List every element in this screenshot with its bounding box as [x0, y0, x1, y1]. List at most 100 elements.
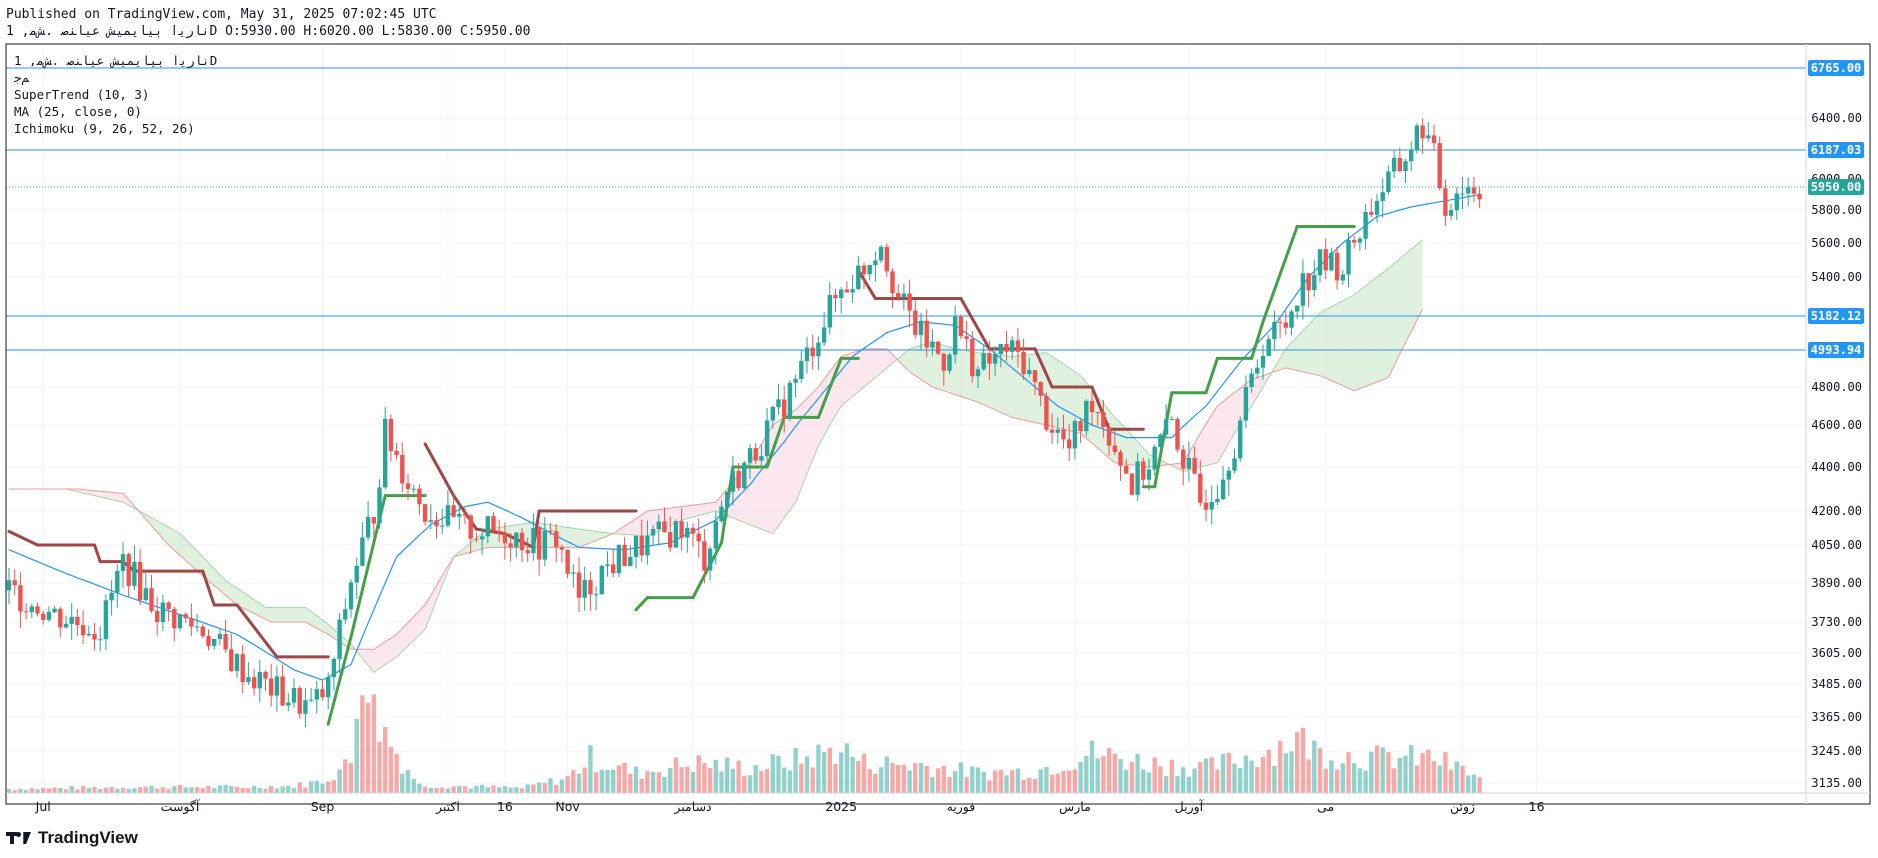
volume-bar — [1466, 775, 1471, 793]
volume-bar — [160, 787, 166, 793]
candle-body — [987, 353, 992, 364]
volume-bar — [1226, 752, 1231, 793]
candle-body — [12, 580, 17, 586]
candle-body — [565, 549, 570, 574]
legend-supertrend[interactable]: SuperTrend (10, 3) — [14, 86, 217, 103]
candle-body — [371, 517, 376, 524]
level-tag: 6765.00 — [1811, 61, 1862, 75]
volume-bar — [217, 785, 223, 793]
volume-bar — [35, 789, 40, 793]
candle-body — [1198, 473, 1203, 503]
volume-bar — [263, 789, 268, 793]
candle-body — [405, 483, 411, 489]
volume-bar — [924, 765, 929, 793]
candle-body — [1232, 458, 1237, 471]
candle-body — [343, 609, 348, 620]
candle-body — [1163, 419, 1169, 435]
legend-ichimoku[interactable]: Ichimoku (9, 26, 52, 26) — [14, 120, 217, 137]
candle-body — [246, 677, 251, 683]
price-tick-label: 4600.00 — [1811, 418, 1862, 432]
cloud-segment — [789, 409, 796, 510]
volume-bar — [970, 766, 975, 793]
candle-body — [992, 354, 998, 364]
volume-bar — [1010, 770, 1015, 793]
candle-body — [69, 616, 74, 624]
candle-body — [6, 580, 12, 591]
volume-bar — [18, 788, 23, 793]
volume-bar — [685, 766, 690, 793]
candle-body — [519, 532, 525, 551]
volume-bar — [246, 788, 251, 793]
candle-body — [593, 594, 599, 596]
cloud-segment — [1314, 312, 1320, 376]
volume-bar — [422, 786, 428, 793]
cloud-segment — [1063, 364, 1070, 431]
volume-bar — [485, 787, 490, 793]
supertrend-segment — [959, 296, 991, 351]
volume-bar — [1032, 778, 1038, 793]
price-axis[interactable]: 6400.006000.005800.005600.005400.004800.… — [1808, 60, 1864, 790]
volume-bar — [827, 747, 832, 793]
candle-body — [907, 293, 912, 311]
brand-name: TradingView — [38, 828, 138, 847]
volume-bar — [616, 765, 622, 793]
candle-body — [1323, 249, 1328, 271]
candle-body — [1466, 187, 1471, 194]
candle-body — [92, 633, 97, 640]
tradingview-brand[interactable]: TradingView — [6, 828, 138, 848]
candle-body — [901, 293, 907, 298]
candle-body — [1397, 157, 1402, 172]
legend-symbol[interactable]: نارﯾا بیایمیش عیاﻨﺻ .ﺶﻣ, 1D — [14, 52, 217, 69]
cloud-segment — [955, 348, 961, 397]
volume-bar — [1021, 779, 1026, 793]
candle-body — [747, 448, 753, 463]
candle-body — [365, 517, 371, 538]
volume-bar — [172, 786, 177, 793]
candle-body — [1112, 445, 1117, 452]
volume-bar — [998, 770, 1003, 793]
volume-bar — [194, 787, 200, 793]
volume-bar — [782, 767, 787, 793]
cloud-segment — [869, 348, 876, 383]
candle-body — [120, 554, 126, 572]
candle-body — [776, 399, 781, 407]
volume-bar — [103, 787, 109, 793]
price-tick-label: 4050.00 — [1811, 538, 1862, 552]
candle-body — [1374, 200, 1380, 215]
candle-body — [280, 676, 285, 706]
candle-body — [194, 626, 200, 628]
volume-bar — [1186, 776, 1192, 793]
volume-bar — [1426, 749, 1431, 793]
legend-ma[interactable]: MA (25, close, 0) — [14, 103, 217, 120]
time-tick-label: مارس — [1059, 799, 1091, 815]
volume-bar — [1089, 740, 1095, 793]
volume-bar — [29, 788, 34, 793]
level-tag: 6187.03 — [1811, 143, 1862, 157]
candle-body — [1363, 212, 1368, 239]
cloud-segment — [1388, 263, 1395, 378]
volume-bar — [468, 788, 473, 793]
candle-body — [1215, 499, 1220, 502]
volume-bar — [901, 764, 907, 793]
volume-bar — [1112, 753, 1117, 793]
candle-body — [1181, 449, 1186, 469]
candle-body — [1346, 239, 1351, 275]
candle-body — [383, 418, 388, 488]
cloud-segment — [693, 504, 699, 518]
candle-body — [770, 406, 775, 421]
time-axis[interactable]: Jul آگوست Sep اکتبر 16 Nov دسامبر 2025 فوریه مارس… — [35, 799, 1545, 815]
volume-bar — [759, 770, 764, 793]
candle-body — [297, 687, 302, 714]
candle-body — [1266, 339, 1271, 356]
candle-body — [633, 536, 639, 557]
volume-bar — [189, 787, 194, 793]
horizontal-levels[interactable] — [6, 67, 1806, 351]
candle-body — [462, 513, 468, 516]
candle-body — [1175, 419, 1180, 450]
price-chart[interactable]: 6400.006000.005800.005600.005400.004800.… — [0, 0, 1878, 858]
candle-body — [1243, 387, 1249, 421]
volume-bar — [417, 783, 422, 793]
candle-body — [269, 678, 274, 696]
volume-bar — [1323, 768, 1328, 793]
volume-bar — [582, 767, 587, 793]
